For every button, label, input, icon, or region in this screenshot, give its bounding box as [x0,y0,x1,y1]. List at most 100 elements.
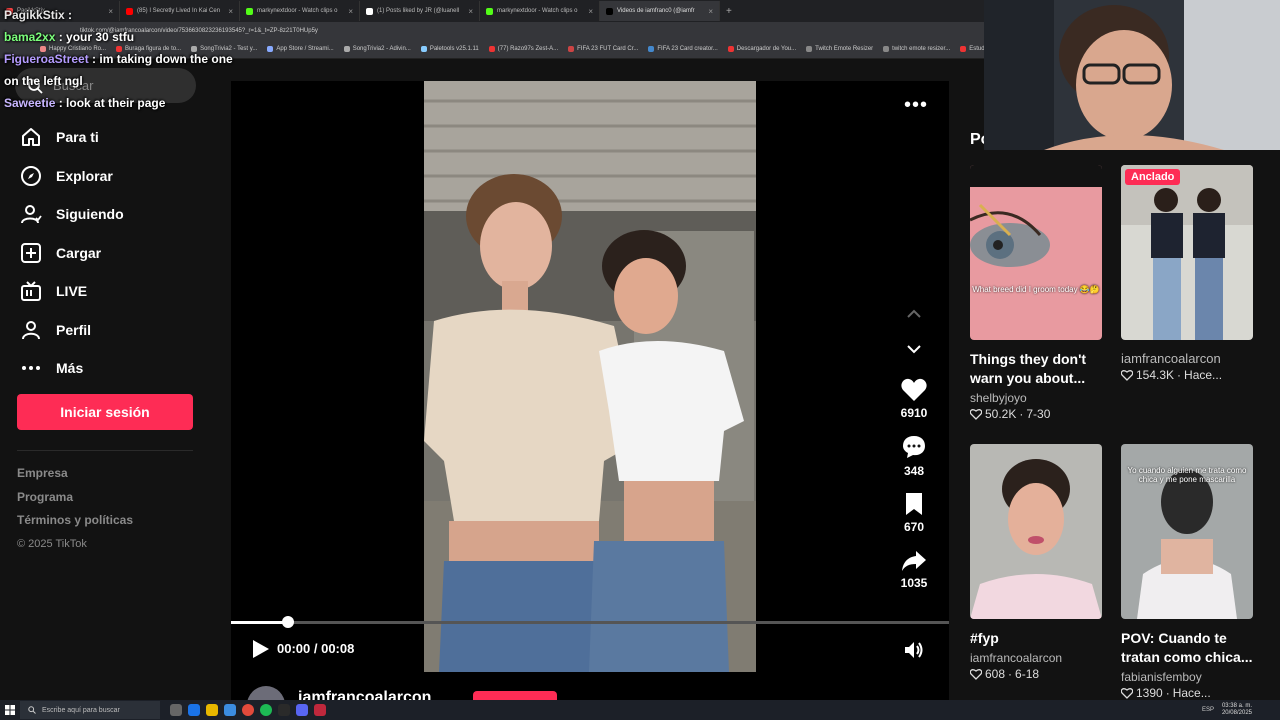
app-icon[interactable] [314,704,326,716]
nav-item-cargar[interactable]: Cargar [20,234,124,273]
stream-chat-overlay: PagikkStix : bama2xx : your 30 stfu Figuer… [4,4,234,114]
speaker-icon [905,642,923,658]
save-button[interactable]: 670 [894,492,934,534]
author-row: iamfrancoalarcon [231,684,949,700]
card-date: 6-18 [1015,667,1040,681]
bookmark-item[interactable]: FIFA 23 FUT Card Cr... [568,45,638,52]
nav-item-siguiendo[interactable]: Siguiendo [20,195,124,234]
thumbnail-image [1121,165,1253,340]
bookmark-item[interactable]: Descargador de You... [727,45,796,52]
bookmark-favicon-icon [727,45,734,52]
bookmark-favicon-icon [267,45,274,52]
nav-item-perfil[interactable]: Perfil [20,311,124,350]
footer-link-empresa[interactable]: Empresa [17,466,133,490]
more-options-button[interactable]: ••• [904,94,928,117]
card-date: Hace... [1172,686,1211,700]
share-count: 1035 [900,576,928,590]
play-button[interactable] [249,638,271,660]
bookmark-item[interactable]: Paletools v25.1.11 [420,45,479,52]
taskbar-clock[interactable]: 03:38 a. m. 20/08/2025 [1222,703,1252,717]
edge-icon[interactable] [188,704,200,716]
thumbnail-caption: What breed did I groom today 😂🤔 [972,285,1100,294]
card-author[interactable]: iamfrancoalarcon [1121,351,1253,366]
taskbar-search[interactable]: Escribe aquí para buscar [20,701,160,719]
footer-link-terminos[interactable]: Términos y políticas [17,513,133,537]
language-indicator[interactable]: ESP [1202,707,1214,713]
video-card[interactable]: What breed did I groom today 😂🤔 Things t… [970,165,1102,421]
bookmark-item[interactable]: SongTrivia2 - Adivin... [343,45,411,52]
bookmark-item[interactable]: twitch emote resizer... [883,45,950,52]
card-author[interactable]: shelbyjoyo [970,391,1102,405]
bookmark-item[interactable]: FIFA 23 Card creator... [648,45,718,52]
card-author[interactable]: fabianisfemboy [1121,670,1253,684]
bookmark-favicon-icon [883,45,890,52]
share-button[interactable]: 1035 [894,550,934,590]
bookmark-item[interactable]: (77) Razo97s Zest-A... [488,45,558,52]
taskbar-search-text: Escribe aquí para buscar [42,706,120,714]
card-title[interactable]: POV: Cuando te tratan como chica... [1121,629,1253,667]
windows-icon [5,705,15,715]
author-name[interactable]: iamfrancoalarcon [298,689,431,700]
volume-button[interactable] [903,639,925,661]
author-avatar[interactable] [247,686,285,700]
card-date: 7-30 [1026,407,1051,421]
spotify-icon[interactable] [260,704,272,716]
home-icon [20,126,42,148]
heart-outline-icon [970,408,982,420]
chat-username: FigueroaStreet [4,52,89,66]
browser-tab[interactable]: markynextdoor - Watch clips o × [480,1,600,21]
video-thumbnail[interactable] [970,444,1102,619]
file-explorer-icon[interactable] [206,704,218,716]
start-button[interactable] [0,700,20,720]
video-thumbnail[interactable]: Yo cuando alguien me trata como chica y … [1121,444,1253,619]
browser-tab[interactable]: (1) Posts liked by JR (@luanell × [360,1,480,21]
nav-item-live[interactable]: LIVE [20,272,124,311]
chat-message: Saweetie : look at their page [4,92,234,114]
video-card[interactable]: Anclado iamfrancoalarcon 154.3K · Hace..… [1121,165,1253,382]
clock-date: 20/08/2025 [1221,710,1252,716]
video-card[interactable]: Yo cuando alguien me trata como chica y … [1121,444,1253,700]
nav-label: Explorar [56,167,113,184]
browser-tab[interactable]: markynextdoor - Watch clips o × [240,1,360,21]
close-tab-icon[interactable]: × [708,7,713,16]
follow-button[interactable] [473,691,557,700]
nav-label: LIVE [56,283,88,300]
bookmark-item[interactable]: Twitch Emote Resizer [806,45,873,52]
video-card[interactable]: #fyp iamfrancoalarcon 608 · 6-18 [970,444,1102,681]
card-title[interactable]: Things they don't warn you about... [970,350,1102,388]
card-title[interactable]: #fyp [970,629,1102,648]
comment-button[interactable]: 348 [894,434,934,478]
profile-icon [20,319,42,341]
video-thumbnail[interactable]: What breed did I groom today 😂🤔 [970,165,1102,340]
card-author[interactable]: iamfrancoalarcon [970,651,1102,665]
nav-label: Perfil [56,321,92,338]
obs-icon[interactable] [278,704,290,716]
nav-item-mas[interactable]: Más [20,349,124,388]
close-tab-icon[interactable]: × [588,7,593,16]
video-frame[interactable] [424,81,756,672]
nav-item-explorar[interactable]: Explorar [20,157,124,196]
bookmark-item[interactable]: Estudio Prev... [960,45,984,52]
tab-label: (1) Posts liked by JR (@luanell [377,8,460,14]
browser-tab[interactable]: Videos de iamfranc0 (@iamfr × [600,1,720,21]
task-view-icon[interactable] [170,704,182,716]
bookmark-item[interactable]: App Store / Streami... [267,45,334,52]
chrome-icon[interactable] [242,704,254,716]
close-tab-icon[interactable]: × [468,7,473,16]
discord-icon[interactable] [296,704,308,716]
footer-link-programa[interactable]: Programa [17,490,133,514]
comment-icon [903,436,925,458]
nav-item-para-ti[interactable]: Para ti [20,118,124,157]
progress-bar[interactable] [231,616,949,628]
like-button[interactable]: 6910 [894,378,934,420]
next-video-button[interactable] [903,338,925,360]
close-tab-icon[interactable]: × [348,7,353,16]
store-icon[interactable] [224,704,236,716]
login-button[interactable]: Iniciar sesión [17,394,193,430]
time-display: 00:00 / 00:08 [277,641,355,656]
previous-video-button[interactable] [903,303,925,325]
new-tab-button[interactable]: + [720,6,738,17]
video-thumbnail[interactable]: Anclado [1121,165,1253,340]
play-icon [253,640,269,658]
bookmark-label: App Store / Streami... [276,45,334,52]
